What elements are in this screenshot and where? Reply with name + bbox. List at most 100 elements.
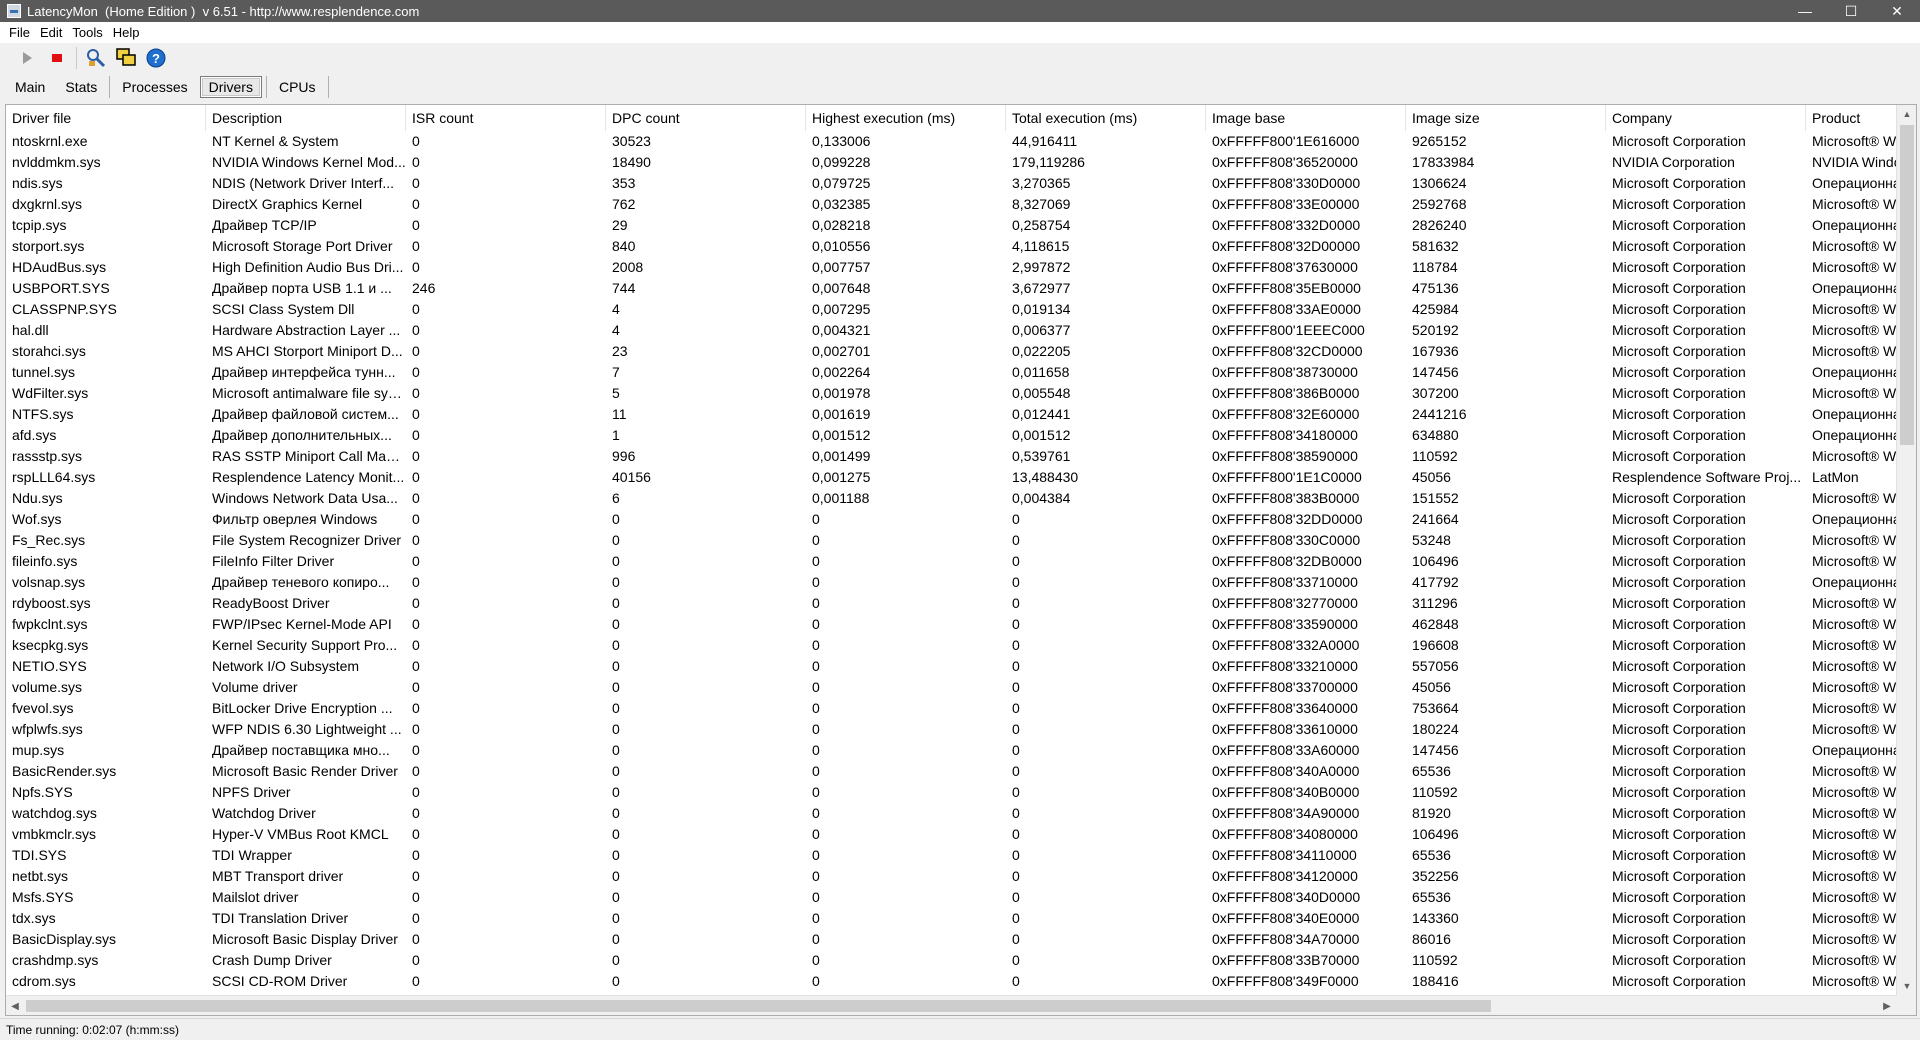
scroll-right-icon[interactable]: ▶ [1878,996,1896,1015]
table-row[interactable]: tunnel.sys Драйвер интерфейса тунн... 0 7 0,… [6,362,1896,383]
table-row[interactable]: storport.sys Microsoft Storage Port Drive… [6,236,1896,257]
table-row[interactable]: ntoskrnl.exe NT Kernel & System 0 30523 0,13… [6,131,1896,152]
cell-isr-count: 0 [412,784,420,800]
drivers-list[interactable]: Driver file Description ISR count DPC co… [5,104,1917,1016]
minimize-button[interactable]: — [1782,0,1828,22]
maximize-button[interactable]: ☐ [1828,0,1874,22]
windows-button[interactable] [113,45,139,71]
cell-image-size: 106496 [1412,553,1459,569]
cell-isr-count: 0 [412,574,420,590]
column-header-total-execution[interactable]: Total execution (ms) [1006,105,1206,131]
scroll-up-icon[interactable]: ▲ [1897,105,1916,123]
table-row[interactable]: mup.sys Драйвер поставщика мно... 0 0 0 0 0xFF… [6,740,1896,761]
cell-isr-count: 0 [412,973,420,989]
cell-description: Драйвер дополнительных... [212,427,392,443]
column-header-isr-count[interactable]: ISR count [406,105,606,131]
table-row[interactable]: Npfs.SYS NPFS Driver 0 0 0 0 0xFFFFF808'340B00… [6,782,1896,803]
table-row[interactable]: Wof.sys Фильтр оверлея Windows 0 0 0 0 0xFFFFF… [6,509,1896,530]
table-row[interactable]: volume.sys Volume driver 0 0 0 0 0xFFFFF808'33… [6,677,1896,698]
start-button[interactable] [14,45,40,71]
table-row[interactable]: afd.sys Драйвер дополнительных... 0 1 0,0015… [6,425,1896,446]
close-button[interactable]: ✕ [1874,0,1920,22]
column-header-image-size[interactable]: Image size [1406,105,1606,131]
table-row[interactable]: HDAudBus.sys High Definition Audio Bus Dr… [6,257,1896,278]
horizontal-scrollbar[interactable]: ◀ ▶ [6,995,1896,1015]
cell-isr-count: 0 [412,427,420,443]
table-row[interactable]: netbt.sys MBT Transport driver 0 0 0 0 0xFFFFF… [6,866,1896,887]
table-row[interactable]: Fs_Rec.sys File System Recognizer Driver 0… [6,530,1896,551]
table-row[interactable]: watchdog.sys Watchdog Driver 0 0 0 0 0xFFFFF80… [6,803,1896,824]
table-row[interactable]: fwpkclnt.sys FWP/IPsec Kernel-Mode API 0 0 0… [6,614,1896,635]
table-row[interactable]: nvlddmkm.sys NVIDIA Windows Kernel Mod...… [6,152,1896,173]
table-row[interactable]: rdyboost.sys ReadyBoost Driver 0 0 0 0 0xFFFFF… [6,593,1896,614]
column-header-product[interactable]: Product [1806,105,1896,131]
cell-isr-count: 0 [412,763,420,779]
table-row[interactable]: ndis.sys NDIS (Network Driver Interf... 0 3… [6,173,1896,194]
table-row[interactable]: NTFS.sys Драйвер файловой систем... 0 11 0,0… [6,404,1896,425]
table-row[interactable]: Msfs.SYS Mailslot driver 0 0 0 0 0xFFFFF808'34… [6,887,1896,908]
tab-drivers[interactable]: Drivers [199,76,262,98]
cell-highest-execution: 0 [812,910,820,926]
stop-button[interactable] [44,45,70,71]
menu-tools[interactable]: Tools [72,25,102,40]
cell-dpc-count: 2008 [612,259,644,275]
menu-file[interactable]: File [9,25,30,40]
table-row[interactable]: crashdmp.sys Crash Dump Driver 0 0 0 0 0xFFFFF… [6,950,1896,971]
table-row[interactable]: BasicRender.sys Microsoft Basic Render Dr… [6,761,1896,782]
tab-main[interactable]: Main [7,76,53,98]
column-header-company[interactable]: Company [1606,105,1806,131]
cell-company: Microsoft Corporation [1612,889,1746,905]
vertical-scroll-thumb[interactable] [1900,125,1914,445]
horizontal-scroll-thumb[interactable] [26,1000,1491,1012]
table-row[interactable]: volsnap.sys Драйвер теневого копиро... 0 0 0… [6,572,1896,593]
table-row[interactable]: Ndu.sys Windows Network Data Usa... 0 6 0,00… [6,488,1896,509]
table-row[interactable]: rspLLL64.sys Resplendence Latency Monit..… [6,467,1896,488]
tab-cpus[interactable]: CPUs [271,76,324,98]
menu-edit[interactable]: Edit [40,25,62,40]
cell-dpc-count: 0 [612,910,620,926]
tab-processes[interactable]: Processes [114,76,195,98]
table-row[interactable]: rassstp.sys RAS SSTP Miniport Call Mana..… [6,446,1896,467]
column-header-highest-execution[interactable]: Highest execution (ms) [806,105,1006,131]
table-row[interactable]: ksecpkg.sys Kernel Security Support Pro..… [6,635,1896,656]
cell-highest-execution: 0 [812,721,820,737]
table-row[interactable]: cdrom.sys SCSI CD-ROM Driver 0 0 0 0 0xFFFFF80… [6,971,1896,992]
table-row[interactable]: WdFilter.sys Microsoft antimalware file s… [6,383,1896,404]
table-row[interactable]: fvevol.sys BitLocker Drive Encryption ...… [6,698,1896,719]
tab-stats[interactable]: Stats [57,76,105,98]
table-row[interactable]: tcpip.sys Драйвер TCP/IP 0 29 0,028218 0,2587… [6,215,1896,236]
cell-dpc-count: 0 [612,511,620,527]
analyze-button[interactable] [83,45,109,71]
table-row[interactable]: storahci.sys MS AHCI Storport Miniport D.… [6,341,1896,362]
cell-image-base: 0xFFFFF808'33640000 [1212,700,1358,716]
table-row[interactable]: NETIO.SYS Network I/O Subsystem 0 0 0 0 0xFFFF… [6,656,1896,677]
table-row[interactable]: vmbkmclr.sys Hyper-V VMBus Root KMCL 0 0 0 0 0… [6,824,1896,845]
scroll-down-icon[interactable]: ▼ [1897,977,1916,995]
cell-driver-file: CLASSPNP.SYS [12,301,117,317]
scroll-left-icon[interactable]: ◀ [6,996,24,1015]
column-header-description[interactable]: Description [206,105,406,131]
cell-highest-execution: 0,001619 [812,406,871,422]
column-header-driver-file[interactable]: Driver file [6,105,206,131]
column-header-dpc-count[interactable]: DPC count [606,105,806,131]
help-button[interactable]: ? [143,45,169,71]
table-row[interactable]: hal.dll Hardware Abstraction Layer ... 0 4 0… [6,320,1896,341]
menu-bar: File Edit Tools Help [0,22,1920,43]
cell-image-base: 0xFFFFF808'33610000 [1212,721,1358,737]
menu-help[interactable]: Help [113,25,140,40]
vertical-scrollbar[interactable]: ▲ ▼ [1896,105,1916,995]
column-header-image-base[interactable]: Image base [1206,105,1406,131]
table-row[interactable]: dxgkrnl.sys DirectX Graphics Kernel 0 762 0,… [6,194,1896,215]
table-row[interactable]: USBPORT.SYS Драйвер порта USB 1.1 и ... 24… [6,278,1896,299]
table-row[interactable]: wfplwfs.sys WFP NDIS 6.30 Lightweight ...… [6,719,1896,740]
cell-image-base: 0xFFFFF808'340E0000 [1212,910,1360,926]
table-row[interactable]: CLASSPNP.SYS SCSI Class System Dll 0 4 0,007… [6,299,1896,320]
table-row[interactable]: BasicDisplay.sys Microsoft Basic Display … [6,929,1896,950]
cell-description: Microsoft antimalware file sys... [212,385,406,401]
table-row[interactable]: tdx.sys TDI Translation Driver 0 0 0 0 0xFFFFF… [6,908,1896,929]
cell-driver-file: crashdmp.sys [12,952,99,968]
table-row[interactable]: fileinfo.sys FileInfo Filter Driver 0 0 0 0 0x… [6,551,1896,572]
table-row[interactable]: TDI.SYS TDI Wrapper 0 0 0 0 0xFFFFF808'3411000… [6,845,1896,866]
cell-description: WFP NDIS 6.30 Lightweight ... [212,721,402,737]
cell-image-size: 147456 [1412,742,1459,758]
